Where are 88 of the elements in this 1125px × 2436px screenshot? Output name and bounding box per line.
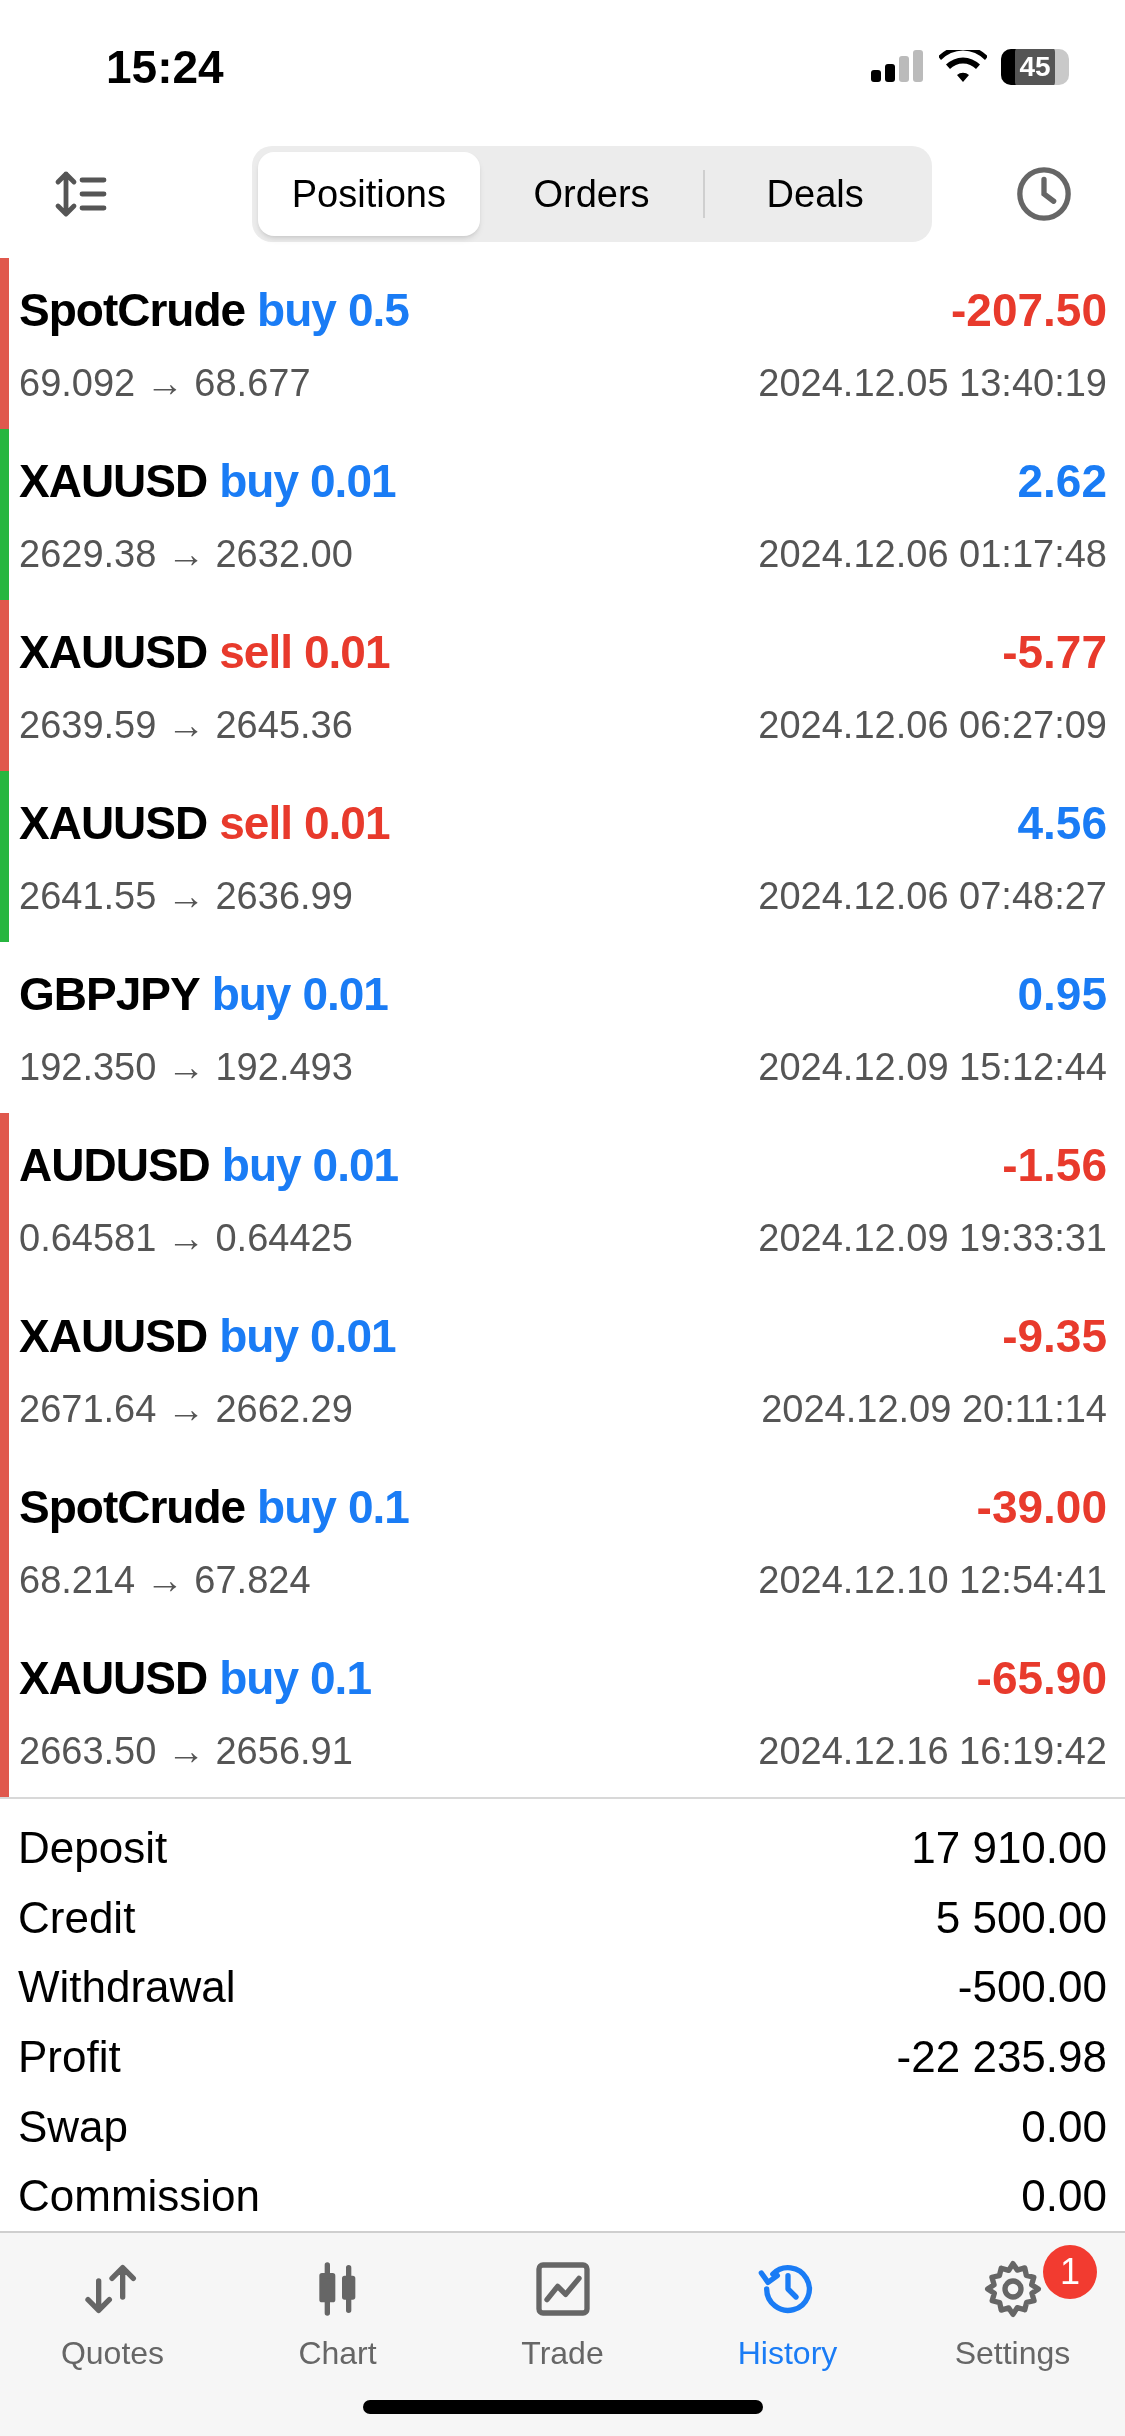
summary-label: Credit: [18, 1891, 136, 1944]
tab-bar-item[interactable]: Chart: [298, 2257, 377, 2377]
profit-value: -1.56: [1002, 1137, 1107, 1193]
wifi-icon: [939, 50, 987, 84]
summary-label: Withdrawal: [18, 1961, 236, 2014]
position-row[interactable]: SpotCrude buy 0.1 -39.00 68.214 → 67.824 2024.12.10 12:54:41: [9, 1455, 1125, 1626]
summary-value: 17 910.00: [911, 1821, 1107, 1874]
trade-side: buy: [257, 1479, 336, 1535]
trade-side: buy: [219, 1308, 299, 1364]
close-time: 2024.12.09 20:11:14: [761, 1386, 1107, 1432]
price-range: 68.214 → 67.824: [19, 1557, 311, 1603]
tab-bar-item[interactable]: History: [737, 2257, 838, 2377]
trade-side: sell: [219, 795, 292, 851]
symbol: SpotCrude: [19, 1479, 246, 1535]
volume: 0.1: [310, 1650, 371, 1706]
price-range: 2639.59 → 2645.36: [19, 702, 353, 748]
price-range: 192.350 → 192.493: [19, 1044, 353, 1090]
price-range: 2641.55 → 2636.99: [19, 873, 353, 919]
volume: 0.01: [302, 966, 388, 1022]
status-time: 15:24: [106, 39, 224, 95]
symbol: XAUUSD: [19, 1308, 208, 1364]
trade-side: buy: [257, 282, 336, 338]
profit-value: -65.90: [976, 1650, 1107, 1706]
volume: 0.1: [347, 1479, 409, 1535]
price-range: 2663.50 → 2656.91: [19, 1728, 353, 1774]
profit-value: -207.50: [951, 282, 1107, 338]
volume: 0.01: [310, 1308, 396, 1364]
notification-badge: 1: [1043, 2245, 1097, 2299]
summary-value: -22 235.98: [896, 2030, 1107, 2083]
summary-value: 0.00: [1021, 2170, 1107, 2223]
symbol: GBPJPY: [19, 966, 200, 1022]
tab-bar-item[interactable]: Trade: [521, 2257, 604, 2377]
trade-side: sell: [219, 624, 292, 680]
volume: 0.01: [312, 1137, 399, 1193]
summary-value: 5 500.00: [935, 1891, 1107, 1944]
trade-side: buy: [219, 453, 299, 509]
position-row[interactable]: XAUUSD sell 0.01 -5.77 2639.59 → 2645.36 2024.12.06 06:27:09: [9, 600, 1125, 771]
profit-value: 0.95: [1017, 966, 1107, 1022]
segment-tab[interactable]: Orders: [480, 152, 703, 236]
position-row[interactable]: XAUUSD buy 0.01 -9.35 2671.64 → 2662.29 2024.12.09 20:11:14: [9, 1284, 1125, 1455]
symbol: XAUUSD: [19, 795, 208, 851]
volume: 0.01: [310, 453, 396, 509]
symbol: XAUUSD: [19, 624, 208, 680]
profit-value: -9.35: [1002, 1308, 1107, 1364]
close-time: 2024.12.09 19:33:31: [758, 1215, 1107, 1261]
battery-indicator: 45: [1001, 49, 1069, 85]
segment-tab[interactable]: Deals: [704, 152, 926, 236]
close-time: 2024.12.09 15:12:44: [758, 1044, 1107, 1090]
price-range: 2671.64 → 2662.29: [19, 1386, 353, 1432]
close-time: 2024.12.06 06:27:09: [758, 702, 1107, 748]
position-row[interactable]: GBPJPY buy 0.01 0.95 192.350 → 192.493 2024.12.09 15:12:44: [9, 942, 1125, 1113]
symbol: SpotCrude: [19, 282, 246, 338]
profit-value: 4.56: [1017, 795, 1107, 851]
trade-side: buy: [219, 1650, 299, 1706]
price-range: 2629.38 → 2632.00: [19, 531, 353, 577]
summary-label: Profit: [18, 2030, 121, 2083]
profit-value: -5.77: [1002, 624, 1107, 680]
profit-value: -39.00: [976, 1479, 1107, 1535]
volume: 0.01: [304, 624, 390, 680]
price-range: 69.092 → 68.677: [19, 360, 311, 406]
summary-value: 0.00: [1021, 2100, 1107, 2153]
position-row[interactable]: XAUUSD buy 0.01 2.62 2629.38 → 2632.00 2024.12.06 01:17:48: [9, 429, 1125, 600]
price-range: 0.64581 → 0.64425: [19, 1215, 353, 1261]
volume: 0.5: [347, 282, 409, 338]
tab-bar-item[interactable]: Quotes: [60, 2257, 165, 2377]
close-time: 2024.12.05 13:40:19: [758, 360, 1107, 406]
close-time: 2024.12.16 16:19:42: [758, 1728, 1107, 1774]
position-row[interactable]: AUDUSD buy 0.01 -1.56 0.64581 → 0.64425 2024.12.09 19:33:31: [9, 1113, 1125, 1284]
position-row[interactable]: XAUUSD buy 0.1 -65.90 2663.50 → 2656.91 2024.12.16 16:19:42: [9, 1626, 1125, 1797]
symbol: XAUUSD: [19, 453, 208, 509]
symbol: XAUUSD: [19, 1650, 208, 1706]
position-row[interactable]: SpotCrude buy 0.5 -207.50 69.092 → 68.677 2024.12.05 13:40:19: [9, 258, 1125, 429]
symbol: AUDUSD: [19, 1137, 210, 1193]
summary-value: -500.00: [957, 1961, 1107, 2014]
trade-side: buy: [211, 966, 291, 1022]
volume: 0.01: [304, 795, 390, 851]
close-time: 2024.12.06 07:48:27: [758, 873, 1107, 919]
signal-icon: [871, 50, 925, 84]
profit-value: 2.62: [1017, 453, 1107, 509]
segment-tab[interactable]: Positions: [257, 152, 481, 236]
trade-side: buy: [221, 1137, 301, 1193]
summary-label: Deposit: [18, 1821, 168, 1874]
summary-label: Swap: [18, 2100, 129, 2153]
close-time: 2024.12.10 12:54:41: [758, 1557, 1107, 1603]
summary-label: Commission: [18, 2170, 261, 2223]
close-time: 2024.12.06 01:17:48: [758, 531, 1107, 577]
clock-icon[interactable]: [1015, 165, 1073, 223]
position-row[interactable]: XAUUSD sell 0.01 4.56 2641.55 → 2636.99 2024.12.06 07:48:27: [9, 771, 1125, 942]
